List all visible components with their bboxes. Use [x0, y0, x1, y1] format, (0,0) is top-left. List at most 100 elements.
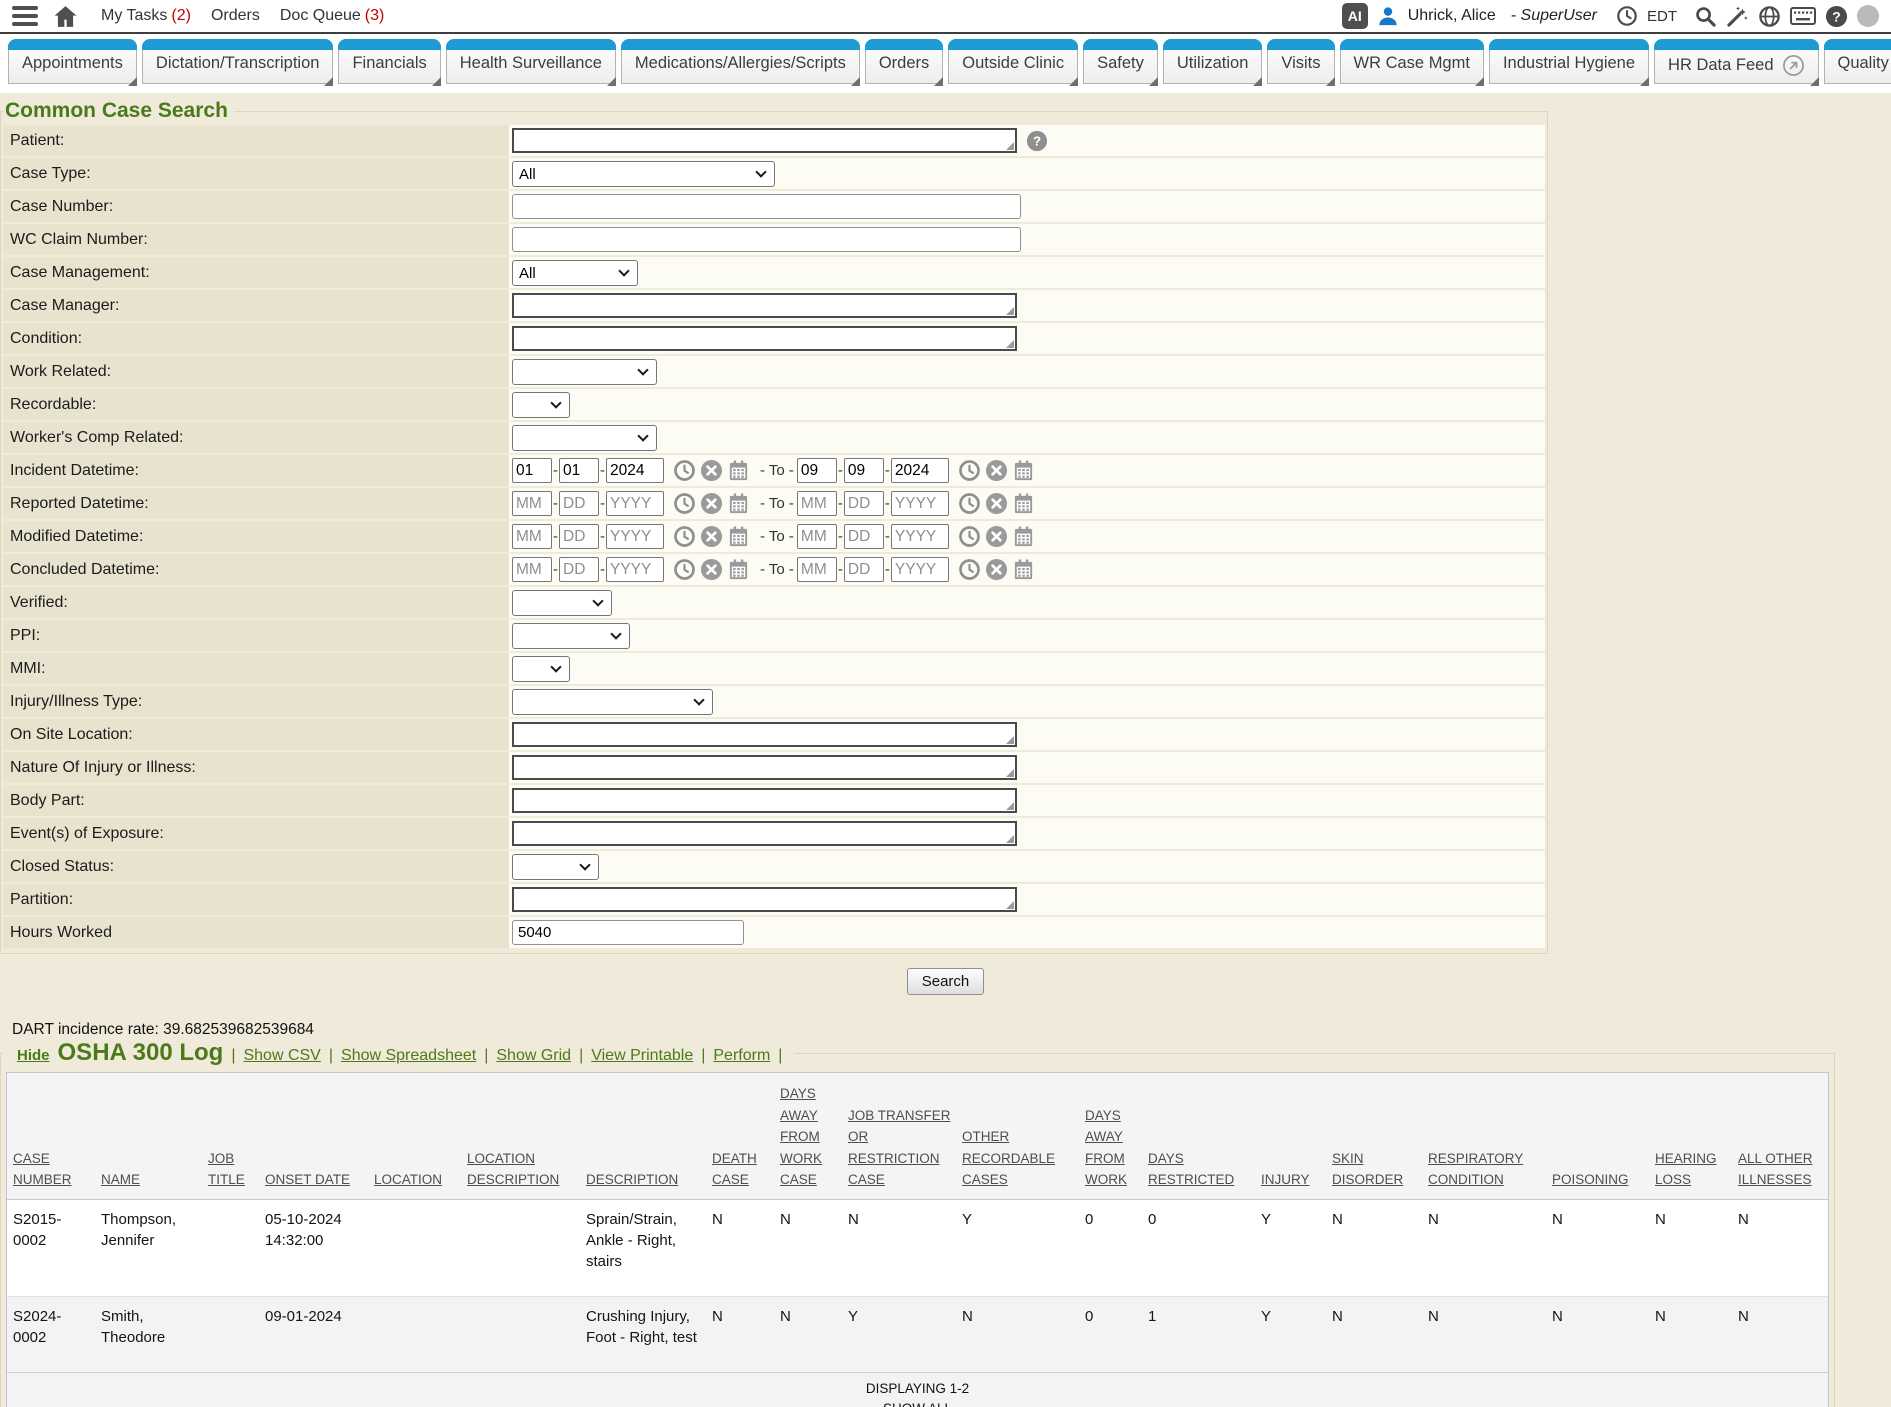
- view-printable-link[interactable]: View Printable: [591, 1047, 693, 1064]
- modified-datetime-from-time-picker-icon[interactable]: [673, 525, 696, 548]
- incident-datetime-to-yyyy-input[interactable]: [891, 458, 949, 483]
- show-grid-link[interactable]: Show Grid: [496, 1047, 571, 1064]
- col-sort-death-case[interactable]: DEATH CASE: [712, 1151, 757, 1188]
- concluded-datetime-from-calendar-icon[interactable]: [727, 558, 750, 581]
- reported-datetime-from-dd-input[interactable]: [559, 491, 599, 516]
- tab-health-surveillance[interactable]: Health Surveillance: [446, 39, 616, 84]
- help-icon[interactable]: ?: [1026, 130, 1048, 152]
- recordable-select[interactable]: [512, 392, 570, 418]
- table-row-S2024-0002[interactable]: S2024-0002Smith, Theodore09-01-2024Crush…: [7, 1296, 1828, 1372]
- on-site-location-input[interactable]: [512, 722, 1017, 747]
- tab-medications-allergies-scripts[interactable]: Medications/Allergies/Scripts: [621, 39, 860, 84]
- concluded-datetime-to-mm-input[interactable]: [797, 557, 837, 582]
- user-icon[interactable]: [1377, 5, 1399, 27]
- incident-datetime-to-time-picker-icon[interactable]: [958, 459, 981, 482]
- show-spreadsheet-link[interactable]: Show Spreadsheet: [341, 1047, 476, 1064]
- col-sort-job-transfer-or-restriction-case[interactable]: JOB TRANSFER OR RESTRICTION CASE: [848, 1108, 951, 1188]
- globe-icon[interactable]: [1758, 5, 1781, 28]
- reported-datetime-to-calendar-icon[interactable]: [1012, 492, 1035, 515]
- help-icon[interactable]: ?: [1825, 5, 1848, 28]
- ppi-select[interactable]: [512, 623, 630, 649]
- col-sort-days-away-from-work-case[interactable]: DAYS AWAY FROM WORK CASE: [780, 1086, 822, 1187]
- reported-datetime-to-yyyy-input[interactable]: [891, 491, 949, 516]
- col-sort-case-number[interactable]: CASE NUMBER: [13, 1151, 72, 1188]
- keyboard-icon[interactable]: [1790, 7, 1816, 25]
- incident-datetime-to-calendar-icon[interactable]: [1012, 459, 1035, 482]
- home-icon[interactable]: [53, 5, 78, 28]
- modified-datetime-to-dd-input[interactable]: [844, 524, 884, 549]
- incident-datetime-from-dd-input[interactable]: [559, 458, 599, 483]
- concluded-datetime-to-calendar-icon[interactable]: [1012, 558, 1035, 581]
- reported-datetime-to-time-picker-icon[interactable]: [958, 492, 981, 515]
- col-sort-other-recordable-cases[interactable]: OTHER RECORDABLE CASES: [962, 1129, 1055, 1187]
- tab-quality-of-care[interactable]: Quality of Care: [1824, 39, 1891, 84]
- concluded-datetime-to-yyyy-input[interactable]: [891, 557, 949, 582]
- nav-orders[interactable]: Orders: [211, 7, 260, 25]
- reported-datetime-from-mm-input[interactable]: [512, 491, 552, 516]
- hours-worked-input[interactable]: [512, 920, 744, 945]
- tab-visits[interactable]: Visits: [1267, 39, 1334, 84]
- tab-outside-clinic[interactable]: Outside Clinic: [948, 39, 1078, 84]
- incident-datetime-from-clear-date-icon[interactable]: [700, 459, 723, 482]
- reported-datetime-from-clear-date-icon[interactable]: [700, 492, 723, 515]
- case-management-select[interactable]: All: [512, 260, 638, 286]
- reported-datetime-from-yyyy-input[interactable]: [606, 491, 664, 516]
- clock-icon[interactable]: [1616, 5, 1638, 27]
- tab-industrial-hygiene[interactable]: Industrial Hygiene: [1489, 39, 1649, 84]
- partition-input[interactable]: [512, 887, 1017, 912]
- magic-wand-icon[interactable]: [1726, 5, 1749, 28]
- col-sort-onset-date[interactable]: ONSET DATE: [265, 1172, 350, 1187]
- modified-datetime-to-clear-date-icon[interactable]: [985, 525, 1008, 548]
- col-sort-job-title[interactable]: JOB TITLE: [208, 1151, 245, 1188]
- modified-datetime-to-time-picker-icon[interactable]: [958, 525, 981, 548]
- hide-link[interactable]: Hide: [17, 1047, 50, 1064]
- external-link-icon[interactable]: [1782, 54, 1805, 77]
- modified-datetime-from-dd-input[interactable]: [559, 524, 599, 549]
- show-all-link[interactable]: SHOW ALL: [883, 1401, 952, 1407]
- case-type-select[interactable]: All: [512, 161, 775, 187]
- concluded-datetime-from-time-picker-icon[interactable]: [673, 558, 696, 581]
- concluded-datetime-from-mm-input[interactable]: [512, 557, 552, 582]
- verified-select[interactable]: [512, 590, 612, 616]
- nature-of-injury-or-illness-input[interactable]: [512, 755, 1017, 780]
- col-sort-description[interactable]: DESCRIPTION: [586, 1172, 678, 1187]
- concluded-datetime-from-clear-date-icon[interactable]: [700, 558, 723, 581]
- mmi-select[interactable]: [512, 656, 570, 682]
- nav-my-tasks[interactable]: My Tasks(2): [101, 7, 191, 25]
- patient-input[interactable]: [512, 128, 1017, 153]
- nav-doc-queue[interactable]: Doc Queue(3): [280, 7, 385, 25]
- col-sort-poisoning[interactable]: POISONING: [1552, 1172, 1629, 1187]
- col-sort-location[interactable]: LOCATION: [374, 1172, 442, 1187]
- incident-datetime-to-mm-input[interactable]: [797, 458, 837, 483]
- tab-utilization[interactable]: Utilization: [1163, 39, 1263, 84]
- concluded-datetime-to-time-picker-icon[interactable]: [958, 558, 981, 581]
- table-row-S2015-0002[interactable]: S2015-0002Thompson, Jennifer05-10-2024 1…: [7, 1199, 1828, 1296]
- show-csv-link[interactable]: Show CSV: [243, 1047, 320, 1064]
- modified-datetime-from-clear-date-icon[interactable]: [700, 525, 723, 548]
- tab-appointments[interactable]: Appointments: [8, 39, 137, 84]
- col-sort-hearing-loss[interactable]: HEARING LOSS: [1655, 1151, 1717, 1188]
- modified-datetime-from-calendar-icon[interactable]: [727, 525, 750, 548]
- work-related-select[interactable]: [512, 359, 657, 385]
- injury-illness-type-select[interactable]: [512, 689, 713, 715]
- reported-datetime-from-calendar-icon[interactable]: [727, 492, 750, 515]
- col-sort-days-restricted[interactable]: DAYS RESTRICTED: [1148, 1151, 1234, 1188]
- perform-link[interactable]: Perform: [713, 1047, 770, 1064]
- closed-status-select[interactable]: [512, 854, 599, 880]
- tab-hr-data-feed[interactable]: HR Data Feed: [1654, 39, 1818, 84]
- ai-badge[interactable]: AI: [1342, 3, 1368, 29]
- concluded-datetime-from-dd-input[interactable]: [559, 557, 599, 582]
- reported-datetime-to-clear-date-icon[interactable]: [985, 492, 1008, 515]
- menu-icon[interactable]: [12, 6, 38, 27]
- wc-claim-number-input[interactable]: [512, 227, 1021, 252]
- concluded-datetime-to-dd-input[interactable]: [844, 557, 884, 582]
- incident-datetime-from-mm-input[interactable]: [512, 458, 552, 483]
- body-part-input[interactable]: [512, 788, 1017, 813]
- modified-datetime-to-yyyy-input[interactable]: [891, 524, 949, 549]
- reported-datetime-from-time-picker-icon[interactable]: [673, 492, 696, 515]
- condition-input[interactable]: [512, 326, 1017, 351]
- concluded-datetime-to-clear-date-icon[interactable]: [985, 558, 1008, 581]
- col-sort-all-other-illnesses[interactable]: ALL OTHER ILLNESSES: [1738, 1151, 1813, 1188]
- tab-safety[interactable]: Safety: [1083, 39, 1158, 84]
- case-number-input[interactable]: [512, 194, 1021, 219]
